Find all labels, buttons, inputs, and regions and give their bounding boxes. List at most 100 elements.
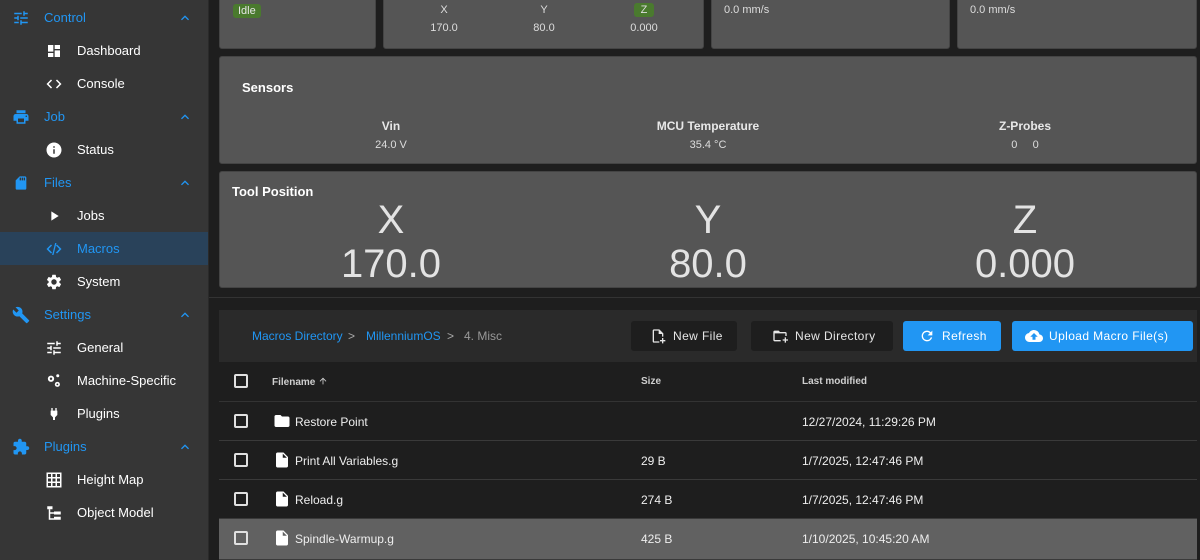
sidebar-item-dashboard[interactable]: Dashboard bbox=[0, 34, 208, 67]
sd-card-icon bbox=[11, 173, 31, 193]
axis-value: 0.000 bbox=[974, 242, 1076, 286]
chevron-up-icon bbox=[181, 113, 189, 119]
tool-position-z: Z 0.000 bbox=[925, 198, 1125, 286]
cloud-upload-icon bbox=[1025, 327, 1043, 345]
sidebar-group-plugins[interactable]: Plugins bbox=[0, 430, 208, 463]
sidebar-item-label: Machine-Specific bbox=[77, 373, 176, 388]
gears-icon bbox=[44, 371, 64, 391]
file-icon bbox=[276, 452, 288, 468]
axis-z-value: 0.000 bbox=[630, 22, 658, 34]
axis-value: 80.0 bbox=[669, 242, 747, 286]
refresh-icon bbox=[918, 327, 936, 345]
tool-position-title: Tool Position bbox=[232, 184, 314, 199]
table-row[interactable]: Reload.g 274 B 1/7/2025, 12:47:46 PM bbox=[219, 480, 1197, 519]
button-label: Refresh bbox=[942, 329, 987, 343]
breadcrumb-macros-directory[interactable]: Macros Directory bbox=[252, 329, 343, 343]
column-header-label: Filename bbox=[272, 377, 316, 388]
new-file-button[interactable]: New File bbox=[631, 321, 737, 351]
table-row[interactable]: Print All Variables.g 29 B 1/7/2025, 12:… bbox=[219, 441, 1197, 480]
sidebar-group-settings[interactable]: Settings bbox=[0, 298, 208, 331]
row-checkbox[interactable] bbox=[234, 492, 248, 506]
sidebar-item-jobs[interactable]: Jobs bbox=[0, 199, 208, 232]
sidebar-item-system[interactable]: System bbox=[0, 265, 208, 298]
axis-value: 170.0 bbox=[340, 242, 442, 286]
button-label: New File bbox=[673, 329, 723, 343]
macro-icon bbox=[44, 239, 64, 259]
tool-position-y: Y 80.0 bbox=[608, 198, 808, 286]
macros-file-browser: Macros Directory > MillenniumOS > 4. Mis… bbox=[219, 310, 1197, 560]
table-header: Filename Size Last modified bbox=[219, 362, 1197, 402]
arrow-up-icon bbox=[319, 377, 327, 385]
sensor-value: 0 0 bbox=[1011, 139, 1039, 151]
sidebar-item-height-map[interactable]: Height Map bbox=[0, 463, 208, 496]
sidebar-item-label: Macros bbox=[77, 241, 120, 256]
table-row[interactable]: Restore Point 12/27/2024, 11:29:26 PM bbox=[219, 402, 1197, 441]
sensor-label: Z-Probes bbox=[998, 119, 1051, 133]
column-header-last-modified[interactable]: Last modified bbox=[802, 376, 867, 387]
breadcrumb-separator: > bbox=[447, 329, 455, 343]
upload-macro-files-button[interactable]: Upload Macro File(s) bbox=[1012, 321, 1193, 351]
sidebar-item-console[interactable]: Console bbox=[0, 67, 208, 100]
sidebar-group-files[interactable]: Files bbox=[0, 166, 208, 199]
info-icon bbox=[44, 140, 64, 160]
sidebar-item-plugins-settings[interactable]: Plugins bbox=[0, 397, 208, 430]
sidebar-item-general[interactable]: General bbox=[0, 331, 208, 364]
code-icon bbox=[44, 74, 64, 94]
axis-label: Y bbox=[694, 198, 722, 242]
tree-icon bbox=[44, 503, 64, 523]
breadcrumb-millenniumos[interactable]: MillenniumOS bbox=[366, 329, 441, 343]
sidebar-item-machine-specific[interactable]: Machine-Specific bbox=[0, 364, 208, 397]
sidebar-group-control[interactable]: Control bbox=[0, 1, 208, 34]
axis-label: Z bbox=[1012, 198, 1038, 242]
file-icon bbox=[276, 530, 288, 546]
app-window: Control Dashboard Console Job Status Fil… bbox=[0, 0, 1200, 560]
chevron-up-icon bbox=[181, 311, 189, 317]
row-checkbox[interactable] bbox=[234, 414, 248, 428]
sidebar-group-job[interactable]: Job bbox=[0, 100, 208, 133]
folder-icon bbox=[274, 415, 290, 427]
new-folder-icon bbox=[771, 327, 789, 345]
dashboard-icon bbox=[44, 41, 64, 61]
axis-label: X bbox=[377, 198, 405, 242]
refresh-button[interactable]: Refresh bbox=[903, 321, 1001, 351]
printer-icon bbox=[11, 107, 31, 127]
file-size: 274 B bbox=[641, 493, 673, 507]
sidebar-item-label: Jobs bbox=[77, 208, 105, 223]
file-size: 425 B bbox=[641, 532, 673, 546]
sidebar-item-label: System bbox=[77, 274, 121, 289]
select-all-checkbox[interactable] bbox=[234, 374, 248, 388]
play-icon bbox=[44, 206, 64, 226]
chevron-up-icon bbox=[181, 14, 189, 20]
sidebar-group-label: Files bbox=[44, 175, 72, 190]
divider bbox=[209, 297, 1200, 298]
column-header-size[interactable]: Size bbox=[641, 376, 661, 387]
new-file-icon bbox=[649, 327, 667, 345]
sidebar: Control Dashboard Console Job Status Fil… bbox=[0, 0, 209, 560]
grid-icon bbox=[44, 470, 64, 490]
sensor-value: 24.0 V bbox=[375, 139, 407, 151]
row-checkbox[interactable] bbox=[234, 531, 248, 545]
sidebar-item-label: Console bbox=[77, 76, 125, 91]
axis-y-value: 80.0 bbox=[533, 22, 555, 34]
sidebar-item-macros[interactable]: Macros bbox=[0, 232, 208, 265]
file-name: Reload.g bbox=[295, 493, 344, 507]
sensor-vin: Vin 24.0 V bbox=[291, 119, 491, 151]
tool-position-card: Tool Position X 170.0 Y 80.0 Z 0.000 bbox=[219, 171, 1197, 288]
column-header-filename[interactable]: Filename bbox=[272, 376, 328, 388]
axes-status-card: X 170.0 Y 80.0 Z 0.000 bbox=[383, 0, 704, 49]
puzzle-icon bbox=[11, 437, 31, 457]
breadcrumb-separator: > bbox=[348, 329, 356, 343]
file-size: 29 B bbox=[641, 454, 666, 468]
sidebar-item-status[interactable]: Status bbox=[0, 133, 208, 166]
speed-value: 0.0 mm/s bbox=[970, 4, 1016, 16]
table-row[interactable]: Spindle-Warmup.g 425 B 1/10/2025, 10:45:… bbox=[219, 519, 1197, 560]
sensor-z-probes: Z-Probes 0 0 bbox=[925, 119, 1125, 151]
sidebar-group-label: Control bbox=[44, 10, 86, 25]
sidebar-item-object-model[interactable]: Object Model bbox=[0, 496, 208, 529]
file-modified: 12/27/2024, 11:29:26 PM bbox=[802, 415, 936, 429]
sidebar-group-label: Job bbox=[44, 109, 65, 124]
sidebar-group-label: Settings bbox=[44, 307, 91, 322]
row-checkbox[interactable] bbox=[234, 453, 248, 467]
status-badge: Idle bbox=[233, 4, 261, 18]
new-directory-button[interactable]: New Directory bbox=[751, 321, 893, 351]
